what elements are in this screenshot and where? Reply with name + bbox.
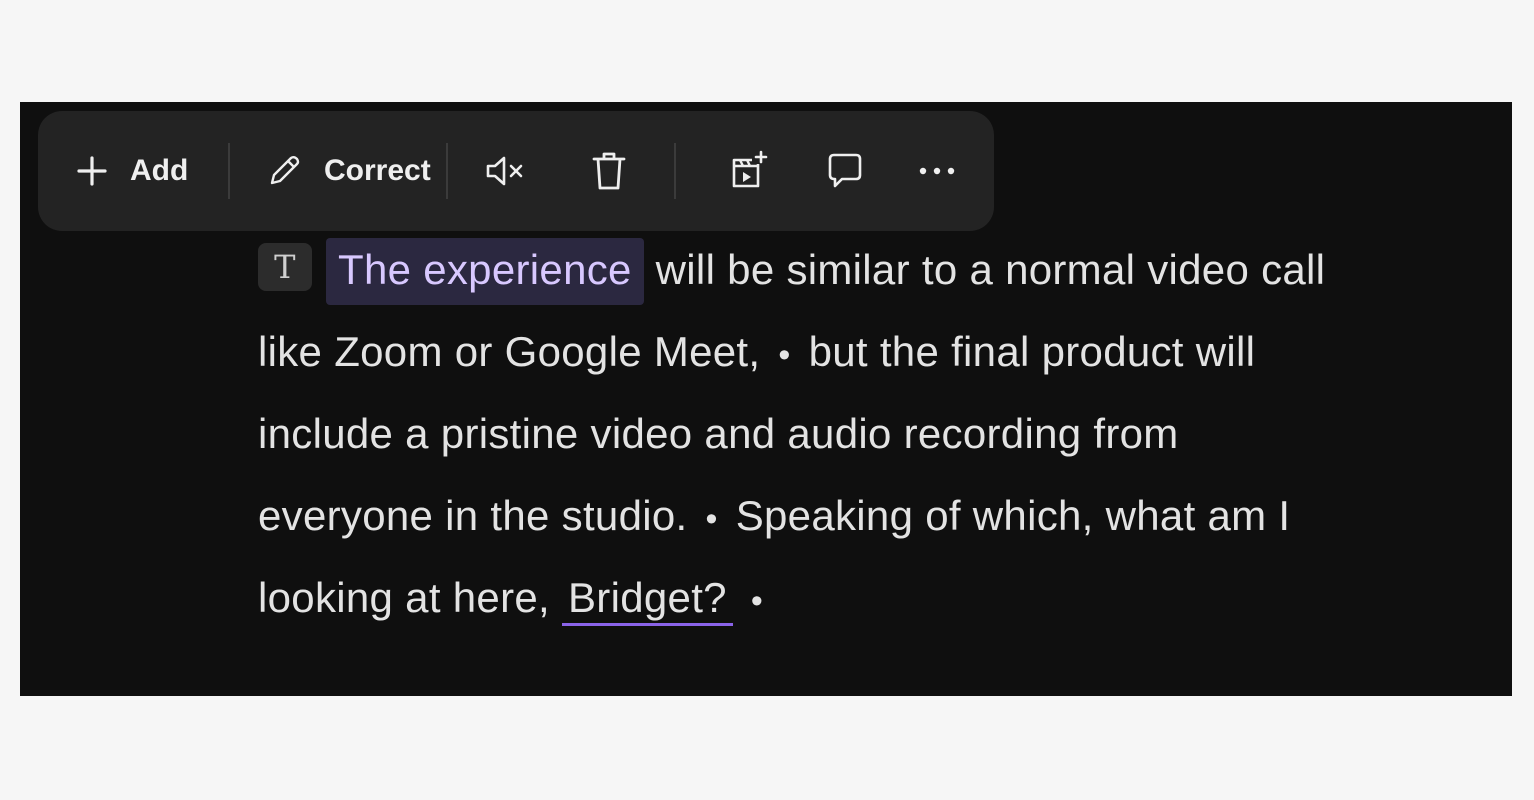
add-button[interactable]: Add [76, 139, 228, 203]
more-button[interactable] [912, 139, 962, 203]
comment-button[interactable] [820, 139, 870, 203]
trash-icon [591, 150, 627, 192]
transcript-segment[interactable]: include a pristine video and audio recor… [258, 410, 1179, 457]
transcript-line: looking at here, Bridget? • [258, 557, 1458, 639]
pencil-icon [266, 153, 302, 189]
mute-icon [484, 153, 528, 189]
transcript-segment[interactable]: but the final product will [809, 328, 1256, 375]
plus-icon [76, 155, 108, 187]
comment-icon [825, 151, 865, 191]
speaker-name-link[interactable]: Bridget? [561, 574, 733, 626]
toolbar-divider [228, 143, 230, 199]
delete-button[interactable] [584, 139, 634, 203]
add-clip-icon [728, 150, 770, 192]
toolbar-divider [446, 143, 448, 199]
transcript-line: like Zoom or Google Meet, • but the fina… [258, 311, 1458, 393]
transcript-segment[interactable]: everyone in the studio. [258, 492, 688, 539]
add-clip-button[interactable] [724, 139, 774, 203]
segment-separator: • [778, 336, 791, 374]
text-type-badge[interactable]: T [258, 242, 312, 291]
transcript-line: T The experience will be similar to a no… [258, 229, 1458, 311]
floating-toolbar: Add Correct [38, 111, 994, 231]
transcript-text[interactable]: T The experience will be similar to a no… [258, 229, 1458, 639]
transcript-editor: Add Correct T The experience will be sim… [20, 102, 1512, 696]
add-label: Add [130, 154, 189, 187]
transcript-segment[interactable]: Speaking of which, what am I [736, 492, 1291, 539]
transcript-segment[interactable]: looking at here, [258, 574, 550, 621]
selected-text[interactable]: The experience [325, 238, 644, 305]
transcript-line: include a pristine video and audio recor… [258, 393, 1458, 475]
toolbar-divider [674, 143, 676, 199]
correct-label: Correct [324, 154, 431, 187]
segment-separator: • [705, 500, 718, 538]
transcript-segment[interactable]: like Zoom or Google Meet, [258, 328, 760, 375]
transcript-segment[interactable]: will be similar to a normal video call [644, 246, 1326, 293]
correct-button[interactable]: Correct [266, 139, 446, 203]
more-icon [918, 166, 956, 176]
mute-button[interactable] [484, 139, 534, 203]
transcript-line: everyone in the studio. • Speaking of wh… [258, 475, 1458, 557]
segment-separator: • [750, 582, 764, 620]
